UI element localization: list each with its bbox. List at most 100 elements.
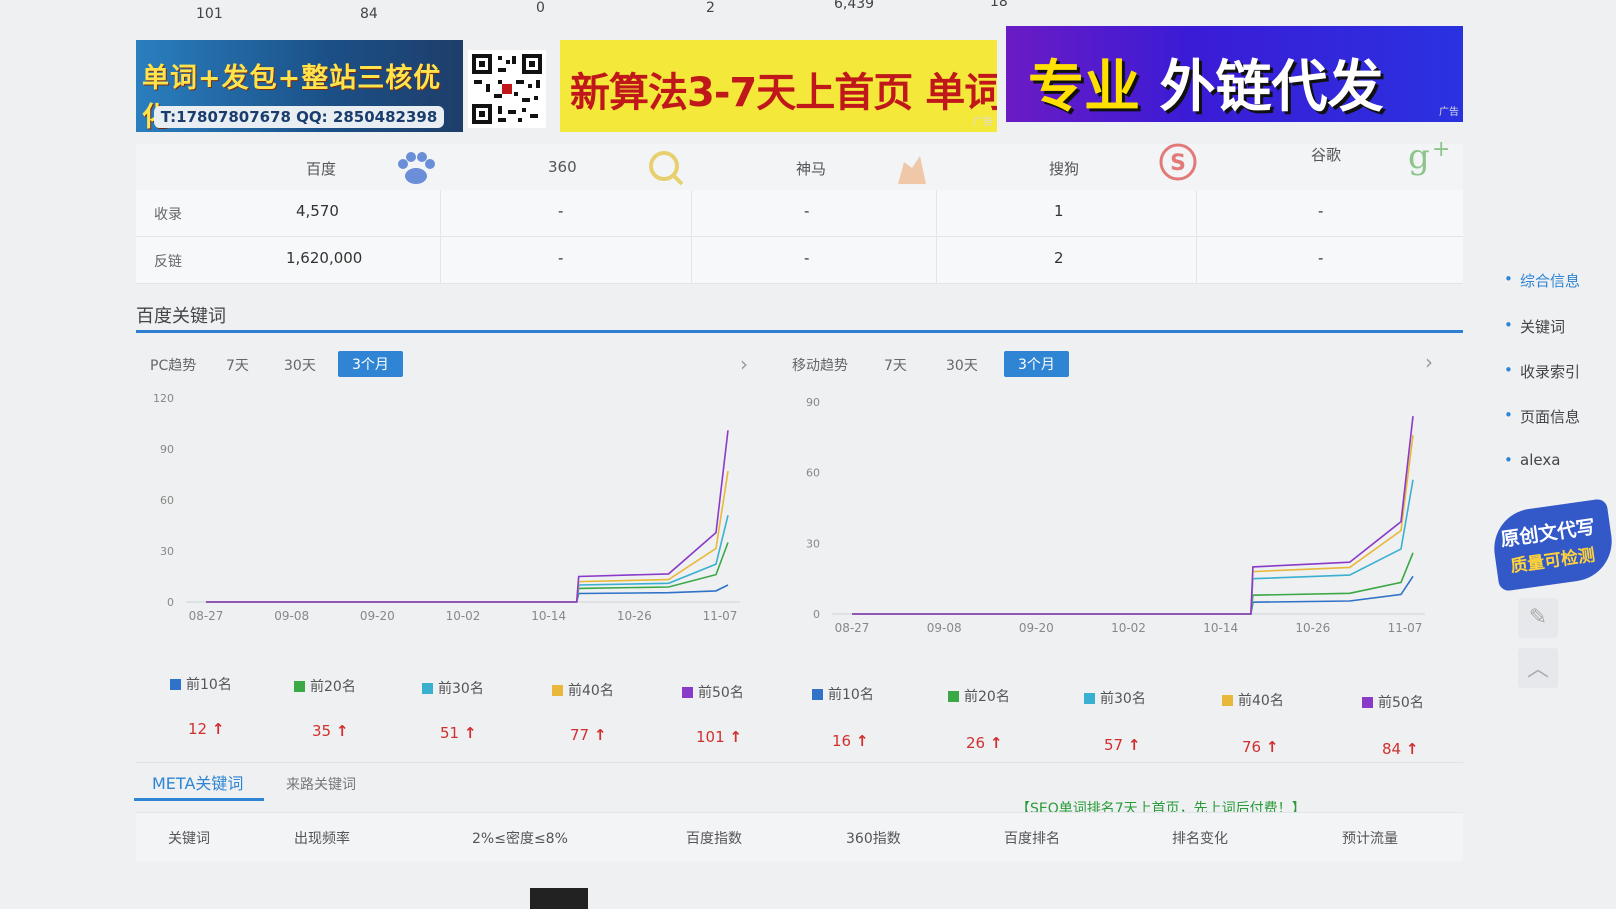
shenma-horse-icon — [898, 156, 926, 184]
y-tick-label: 120 — [153, 392, 174, 405]
ad-tag: 广告 — [1439, 107, 1459, 118]
sidebar-item-page-info[interactable]: 页面信息 — [1504, 406, 1580, 427]
col-360-index: 360指数 — [846, 831, 901, 847]
x-tick-label: 08-27 — [189, 609, 224, 623]
top-stat: 18 — [990, 0, 1008, 10]
ad-headline: 新算法3-7天上首页 单词4毛 — [570, 70, 997, 116]
legend-top40: 前40名 — [552, 680, 614, 700]
legend-swatch — [682, 687, 693, 698]
x-tick-label: 10-26 — [1295, 621, 1330, 635]
edit-pencil-icon[interactable]: ✎ — [1518, 598, 1558, 638]
count-value: 57 ↑ — [1104, 736, 1141, 754]
series-line-4 — [852, 434, 1414, 615]
stat-value-baidu: 1,620,000 — [286, 249, 363, 267]
series-line-1 — [852, 575, 1414, 615]
legend-top10: 前10名 — [170, 674, 232, 694]
ad-headline: 专业 外链代发 — [1028, 55, 1384, 120]
y-tick-label: 0 — [167, 596, 174, 609]
stat-label: 收录 — [154, 207, 182, 223]
stat-value-shenma: - — [804, 202, 810, 220]
tab-mobile-30d[interactable]: 30天 — [946, 355, 978, 375]
tab-meta-keywords[interactable]: META关键词 — [152, 770, 243, 794]
pc-trend-chart: 0 30 60 90 120 08-27 09-08 09-20 10-02 10-14 10-26… — [153, 392, 740, 623]
count-value: 51 ↑ — [440, 724, 477, 742]
360-search-icon — [649, 151, 684, 186]
engine-sogou-label: 搜狗 — [1049, 160, 1080, 178]
series-line-4 — [206, 470, 729, 603]
side-ad-writing[interactable]: 原创文代写 质量可检测 — [1489, 498, 1616, 592]
stat-row-indexed: 收录 4,570 - - 1 - — [136, 190, 1463, 237]
stat-value-sogou: 2 — [1054, 249, 1064, 267]
x-tick-label: 09-20 — [1019, 621, 1054, 635]
col-baidu-index: 百度指数 — [686, 831, 742, 847]
tab-pc-7d[interactable]: 7天 — [226, 355, 249, 375]
stat-value-360: - — [558, 249, 564, 267]
legend-top20: 前20名 — [294, 676, 356, 696]
stat-value-shenma: - — [804, 249, 810, 267]
y-tick-label: 30 — [160, 545, 174, 558]
legend-top50: 前50名 — [1362, 692, 1424, 712]
x-tick-label: 10-14 — [531, 609, 566, 623]
engine-360-label: 360 — [548, 158, 577, 176]
sogou-s-icon: S — [1159, 143, 1197, 181]
tab-pc-3m[interactable]: 3个月 — [338, 351, 403, 377]
legend-top20: 前20名 — [948, 686, 1010, 706]
section-title: 百度关键词 — [136, 306, 226, 327]
series-line-2 — [852, 552, 1414, 615]
chevron-right-icon[interactable]: › — [1425, 350, 1433, 374]
y-tick-label: 60 — [160, 494, 174, 507]
x-tick-label: 10-02 — [446, 609, 481, 623]
series-line-3 — [206, 515, 729, 603]
sidebar-item-overview[interactable]: 综合信息 — [1504, 270, 1580, 291]
x-tick-label: 10-14 — [1203, 621, 1238, 635]
top-stat: 101 — [196, 6, 223, 22]
svg-text:+: + — [1432, 137, 1450, 162]
y-tick-label: 30 — [806, 537, 820, 550]
legend-swatch — [948, 691, 959, 702]
chevron-right-icon[interactable]: › — [740, 352, 748, 376]
top-stat: 0 — [536, 0, 545, 16]
ad-banner-optimization[interactable]: 单词+发包+整站三核优化 T:17807807678 QQ: 285048239… — [136, 40, 463, 132]
stat-value-google: - — [1318, 202, 1324, 220]
y-tick-label: 90 — [806, 396, 820, 409]
col-rank-change: 排名变化 — [1172, 831, 1228, 847]
count-value: 35 ↑ — [312, 722, 349, 740]
stat-value-sogou: 1 — [1054, 202, 1064, 220]
engine-google-label: 谷歌 — [1311, 146, 1342, 164]
tab-mobile-3m[interactable]: 3个月 — [1004, 351, 1069, 377]
qr-code-image[interactable] — [468, 50, 546, 128]
legend-top40: 前40名 — [1222, 690, 1284, 710]
tab-pc-30d[interactable]: 30天 — [284, 355, 316, 375]
top-stat: 84 — [360, 6, 378, 22]
tab-source-keywords[interactable]: 来路关键词 — [286, 774, 356, 794]
legend-swatch — [552, 685, 563, 696]
back-to-top-icon[interactable]: ︿ — [1518, 648, 1558, 688]
engine-shenma-label: 神马 — [796, 160, 827, 178]
legend-top30: 前30名 — [422, 678, 484, 698]
ad-banner-backlinks[interactable]: 专业 外链代发 广告 — [1006, 26, 1463, 122]
sidebar-item-index[interactable]: 收录索引 — [1504, 361, 1580, 382]
mobile-trend-label: 移动趋势 — [792, 358, 848, 374]
count-value: 16 ↑ — [832, 732, 869, 750]
tab-mobile-7d[interactable]: 7天 — [884, 355, 907, 375]
pc-trend-label: PC趋势 — [150, 358, 197, 374]
legend-swatch — [1222, 695, 1233, 706]
sidebar-item-keywords[interactable]: 关键词 — [1504, 316, 1565, 337]
sidebar-item-alexa[interactable]: alexa — [1504, 451, 1561, 469]
y-tick-label: 60 — [806, 467, 820, 480]
stat-value-baidu: 4,570 — [296, 202, 339, 220]
count-value: 77 ↑ — [570, 726, 607, 744]
x-tick-label: 10-26 — [617, 609, 652, 623]
x-tick-label: 11-07 — [703, 609, 738, 623]
col-frequency: 出现频率 — [294, 831, 350, 847]
ad-banner-algorithm[interactable]: 新算法3-7天上首页 单词4毛 广告 — [560, 40, 997, 132]
col-baidu-rank: 百度排名 — [1004, 831, 1060, 847]
x-tick-label: 09-08 — [927, 621, 962, 635]
x-tick-label: 08-27 — [835, 621, 870, 635]
legend-swatch — [170, 679, 181, 690]
google-plus-icon: g + — [1408, 137, 1450, 176]
svg-text:g: g — [1408, 137, 1430, 176]
ad-tag: 广告 — [973, 117, 993, 128]
stat-row-backlinks: 反链 1,620,000 - - 2 - — [136, 237, 1463, 284]
series-line-5 — [852, 416, 1414, 615]
